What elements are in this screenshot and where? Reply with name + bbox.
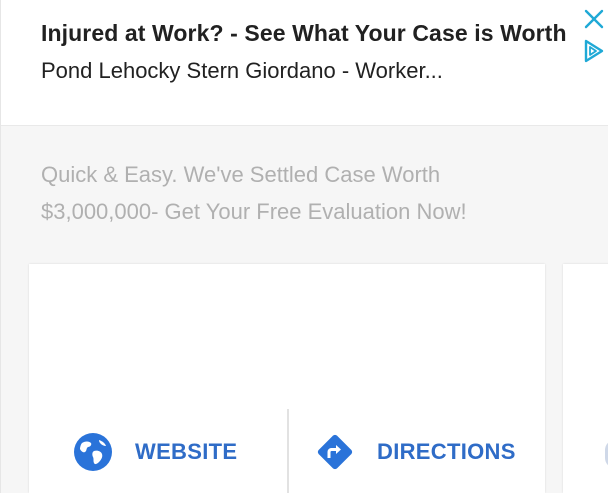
- ad-description: Quick & Easy. We've Settled Case Worth $…: [41, 162, 467, 224]
- ad-advertiser: Pond Lehocky Stern Giordano - Worker...: [41, 58, 443, 83]
- ad-header[interactable]: Injured at Work? - See What Your Case is…: [1, 0, 608, 126]
- directions-icon: [317, 434, 353, 470]
- directions-label: DIRECTIONS: [377, 439, 516, 464]
- close-icon[interactable]: [583, 8, 605, 30]
- action-card: WEBSITE DIRECTIONS: [29, 264, 545, 493]
- directions-button[interactable]: DIRECTIONS: [315, 430, 516, 474]
- adchoices-icon[interactable]: [582, 38, 606, 64]
- website-button[interactable]: WEBSITE: [73, 430, 237, 474]
- ad-container: Injured at Work? - See What Your Case is…: [0, 0, 608, 493]
- website-label: WEBSITE: [135, 439, 238, 464]
- next-card-peek[interactable]: [563, 264, 608, 493]
- globe-icon: [74, 433, 112, 471]
- action-divider: [287, 409, 289, 493]
- ad-headline[interactable]: Injured at Work? - See What Your Case is…: [41, 20, 567, 47]
